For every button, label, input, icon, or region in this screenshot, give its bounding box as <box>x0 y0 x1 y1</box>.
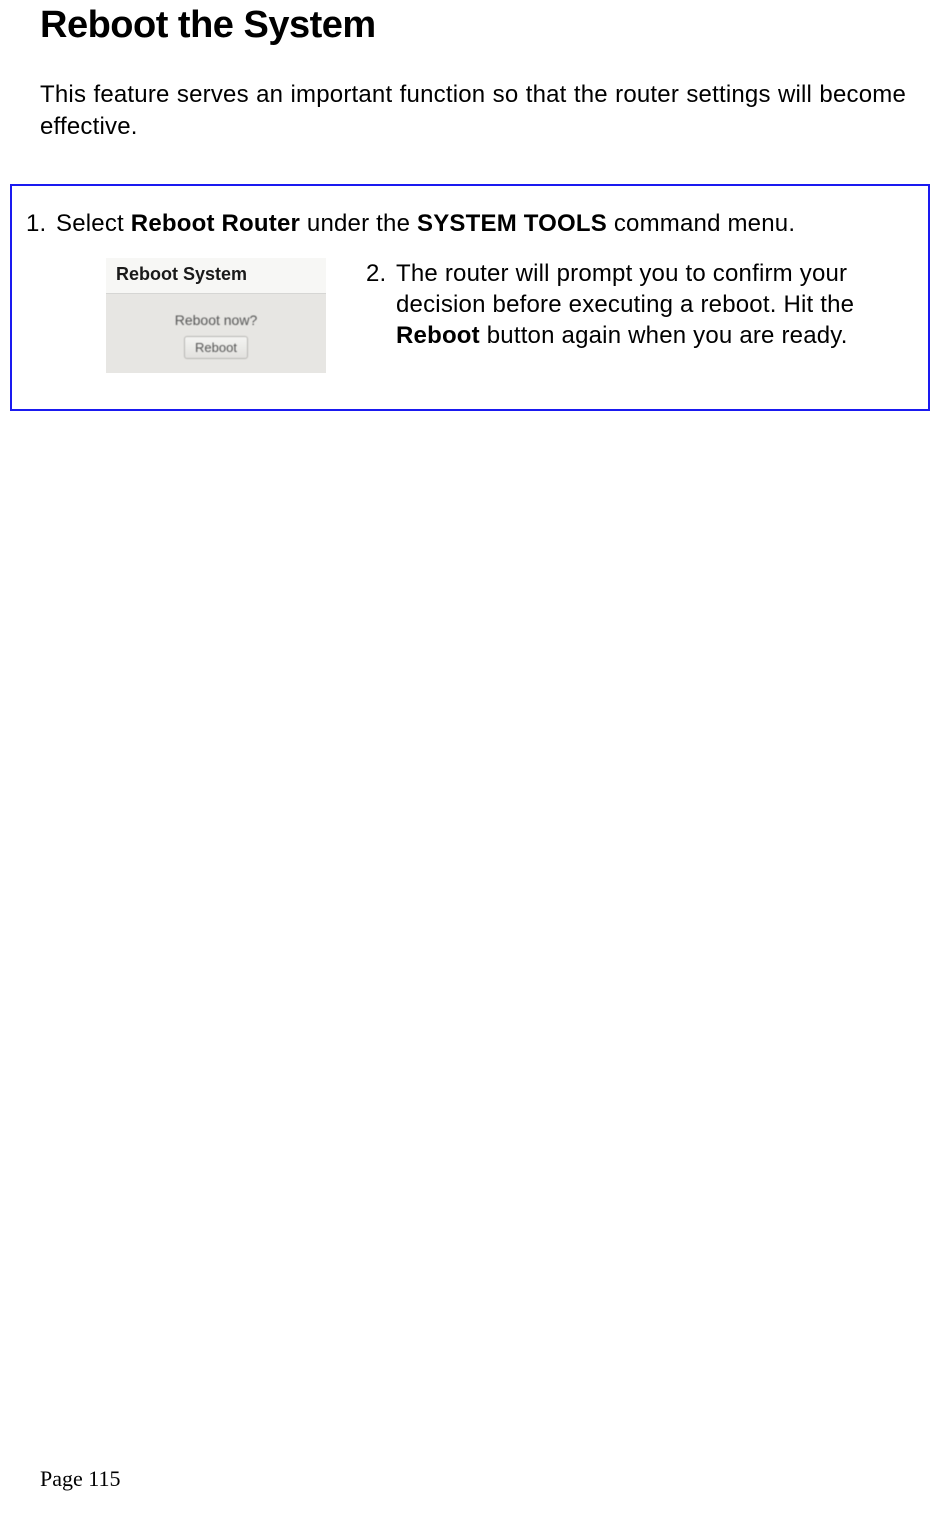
reboot-system-panel-title: Reboot System <box>106 258 326 294</box>
step-2-number: 2. <box>366 258 396 289</box>
step-1-bold-reboot-router: Reboot Router <box>131 210 300 237</box>
step-2: 2.The router will prompt you to confirm … <box>366 258 914 352</box>
step-1-bold-system-tools: SYSTEM TOOLS <box>417 210 607 237</box>
page-title: Reboot the System <box>40 4 906 47</box>
page-number: Page 115 <box>40 1466 120 1492</box>
step-2-text: The router will prompt you to confirm yo… <box>396 258 904 352</box>
step-1-text-mid: under the <box>300 210 417 237</box>
intro-text: This feature serves an important functio… <box>40 79 906 144</box>
step-1-text-post: command menu. <box>607 210 795 237</box>
step-1-text-pre: Select <box>56 210 131 237</box>
step-2-text-p2: button again when you are ready. <box>480 322 848 349</box>
steps-container: 1.Select Reboot Router under the SYSTEM … <box>10 184 930 411</box>
step-2-text-p1: The router will prompt you to confirm yo… <box>396 260 854 318</box>
step-1-number: 1. <box>26 210 56 238</box>
reboot-now-label: Reboot now? <box>106 312 326 328</box>
reboot-button[interactable]: Reboot <box>184 336 248 359</box>
reboot-system-panel-body: Reboot now? Reboot <box>106 294 326 359</box>
step-1: 1.Select Reboot Router under the SYSTEM … <box>26 210 914 238</box>
reboot-system-screenshot: Reboot System Reboot now? Reboot <box>106 258 326 373</box>
step-2-row: Reboot System Reboot now? Reboot 2.The r… <box>26 258 914 373</box>
step-2-bold-reboot: Reboot <box>396 322 480 349</box>
